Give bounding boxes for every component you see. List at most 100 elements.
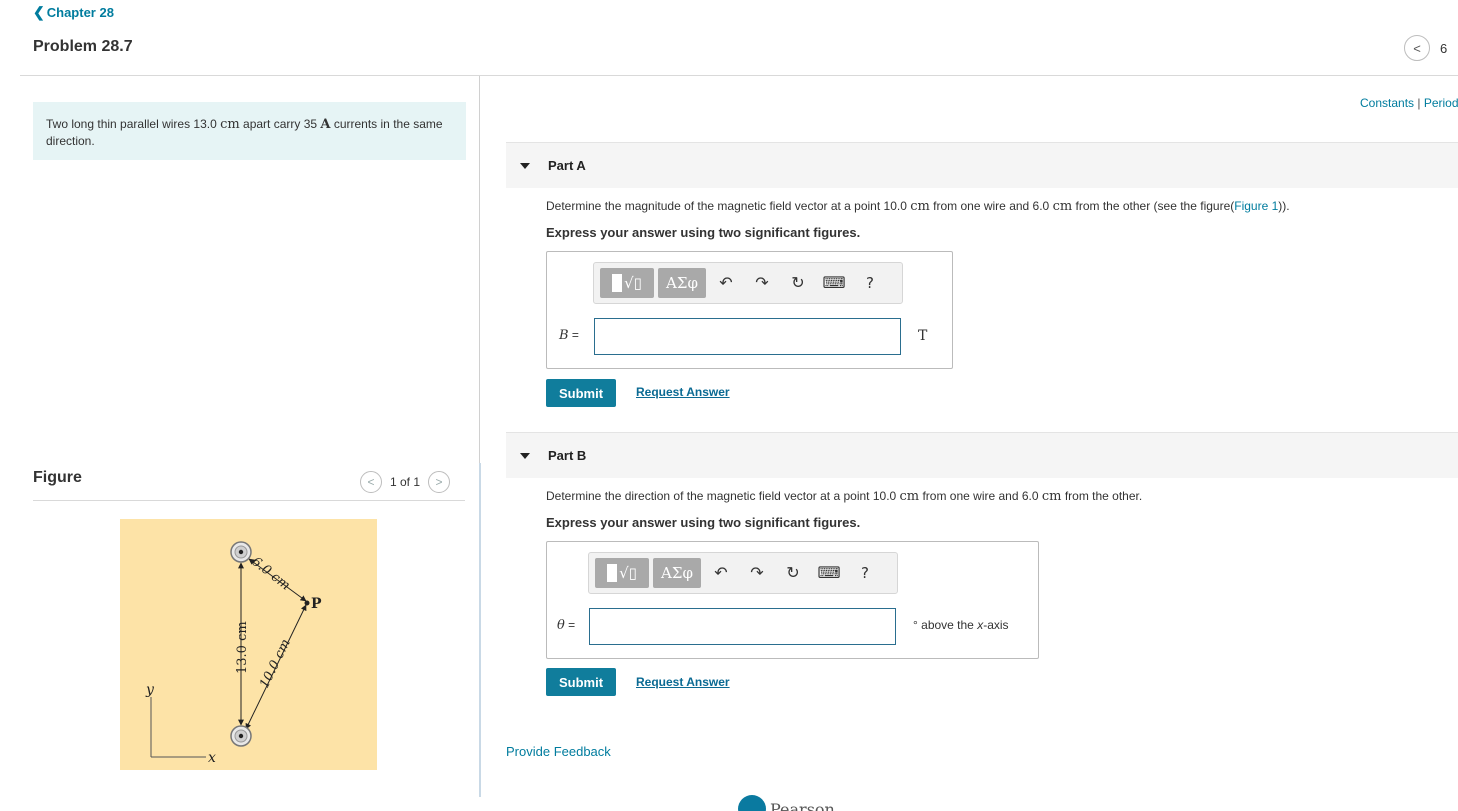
problem-statement: Two long thin parallel wires 13.0 cm apa… <box>33 102 466 160</box>
unit-pre: above the <box>917 618 978 632</box>
intro-text-1: Two long thin parallel wires 13.0 <box>46 117 221 131</box>
part-b-label: Part B <box>548 448 587 463</box>
part-b-q3: from the other. <box>1061 489 1143 503</box>
prev-problem-button[interactable]: < <box>1404 35 1430 61</box>
redo-icon[interactable]: ↷ <box>746 268 778 298</box>
help-icon[interactable]: ? <box>854 268 886 298</box>
point-p-label: P <box>311 596 322 612</box>
next-figure-button[interactable]: > <box>428 471 451 493</box>
periodic-table-link[interactable]: Periodic Table <box>1424 96 1458 110</box>
figure-image: P 6.0 cm 10.0 cm 13.0 cm y x <box>120 519 377 770</box>
template-block-icon <box>607 564 618 582</box>
part-b-unit: ° above the x-axis <box>913 618 1009 632</box>
part-b-unit-1: cm <box>899 489 920 504</box>
caret-down-icon <box>520 452 530 459</box>
part-a-q1: Determine the magnitude of the magnetic … <box>546 199 911 213</box>
greek-label: ΑΣφ <box>661 564 693 582</box>
part-a-instruction: Express your answer using two significan… <box>546 225 861 240</box>
part-b-question: Determine the direction of the magnetic … <box>546 489 1142 504</box>
x-axis-label: x <box>208 750 216 766</box>
help-label: ? <box>861 564 869 582</box>
y-axis-label: y <box>145 682 155 698</box>
part-b-math-toolbar: √▯ ΑΣφ ↶ ↷ ↻ ⌨ ? <box>588 552 898 594</box>
constants-periodic-links: Constants | Periodic Table <box>1360 96 1458 110</box>
figure-title: Figure <box>33 469 82 486</box>
chevron-left-icon: < <box>367 475 375 489</box>
undo-icon[interactable]: ↶ <box>705 558 737 588</box>
wires-diagram: P 6.0 cm 10.0 cm 13.0 cm y x <box>145 541 322 766</box>
point-p-marker <box>304 600 310 606</box>
help-label: ? <box>866 274 874 292</box>
part-b-q1: Determine the direction of the magnetic … <box>546 489 900 503</box>
templates-button[interactable]: √▯ <box>600 268 654 298</box>
intro-unit-a: A <box>320 117 331 132</box>
problem-count: 6 <box>1440 40 1448 56</box>
part-b-answer-input[interactable] <box>589 608 896 645</box>
templates-button[interactable]: √▯ <box>595 558 649 588</box>
keyboard-icon[interactable]: ⌨ <box>813 558 845 588</box>
reset-icon[interactable]: ↻ <box>782 268 814 298</box>
part-b-unit-2: cm <box>1041 489 1062 504</box>
template-block-icon <box>612 274 623 292</box>
label-13cm: 13.0 cm <box>235 621 250 674</box>
figure-page-count: 1 of 1 <box>390 475 421 489</box>
header-divider <box>20 75 1458 76</box>
redo-icon[interactable]: ↷ <box>741 558 773 588</box>
intro-text-2: apart carry 35 <box>239 117 321 131</box>
problem-nav: < 6 <box>1404 35 1447 61</box>
equals-sign: = <box>568 328 579 342</box>
undo-icon[interactable]: ↶ <box>710 268 742 298</box>
part-a-q2: from one wire and 6.0 <box>929 199 1053 213</box>
equals-sign: = <box>564 618 576 632</box>
keyboard-icon[interactable]: ⌨ <box>818 268 850 298</box>
pearson-brand: Pearson <box>738 795 835 811</box>
prev-figure-button[interactable]: < <box>360 471 382 493</box>
part-a-q3: from the other (see the figure( <box>1072 199 1235 213</box>
figure-divider <box>33 500 465 501</box>
problem-title: Problem 28.7 <box>33 38 133 55</box>
column-divider-lower <box>479 463 481 797</box>
chevron-left-icon: < <box>1413 40 1421 56</box>
figure-1-link[interactable]: Figure 1 <box>1234 199 1278 213</box>
part-a-request-answer-link[interactable]: Request Answer <box>636 385 730 399</box>
part-a-answer-input[interactable] <box>594 318 901 355</box>
pearson-wordmark: Pearson <box>770 799 835 811</box>
back-link-label: Chapter 28 <box>46 5 114 20</box>
sqrt-icon: √▯ <box>624 274 642 292</box>
part-a-variable: B = <box>559 328 579 343</box>
part-a-header[interactable]: Part A <box>506 142 1458 188</box>
part-b-submit-button[interactable]: Submit <box>546 668 616 696</box>
reset-icon[interactable]: ↻ <box>777 558 809 588</box>
unit-post: -axis <box>983 618 1009 632</box>
provide-feedback-link[interactable]: Provide Feedback <box>506 744 611 759</box>
back-to-chapter-link[interactable]: ❮ Chapter 28 <box>33 4 114 21</box>
chevron-left-icon: ❮ <box>33 4 45 20</box>
part-a-math-toolbar: √▯ ΑΣφ ↶ ↷ ↻ ⌨ ? <box>593 262 903 304</box>
pearson-logo-icon <box>738 795 766 811</box>
part-a-question: Determine the magnitude of the magnetic … <box>546 199 1290 214</box>
greek-symbols-button[interactable]: ΑΣφ <box>653 558 701 588</box>
caret-down-icon <box>520 162 530 169</box>
link-separator: | <box>1414 96 1424 110</box>
var-b: B <box>559 328 569 343</box>
part-a-label: Part A <box>548 158 586 173</box>
var-theta: θ <box>557 618 565 633</box>
part-a-unit: T <box>918 328 928 344</box>
part-b-answer-box: √▯ ΑΣφ ↶ ↷ ↻ ⌨ ? θ = ° above the x-axis <box>546 541 1039 659</box>
greek-symbols-button[interactable]: ΑΣφ <box>658 268 706 298</box>
label-10cm: 10.0 cm <box>257 637 294 691</box>
part-b-instruction: Express your answer using two significan… <box>546 515 861 530</box>
part-b-request-answer-link[interactable]: Request Answer <box>636 675 730 689</box>
part-a-q4: )). <box>1278 199 1290 213</box>
part-a-unit-2: cm <box>1052 199 1073 214</box>
part-b-header[interactable]: Part B <box>506 432 1458 478</box>
wire-bottom-icon <box>230 725 252 747</box>
part-a-submit-button[interactable]: Submit <box>546 379 616 407</box>
part-a-unit-1: cm <box>910 199 930 214</box>
label-6cm: 6.0 cm <box>249 554 293 593</box>
greek-label: ΑΣφ <box>666 274 698 292</box>
wire-top-icon <box>230 541 252 563</box>
sqrt-icon: √▯ <box>619 564 637 582</box>
constants-link[interactable]: Constants <box>1360 96 1414 110</box>
help-icon[interactable]: ? <box>849 558 881 588</box>
